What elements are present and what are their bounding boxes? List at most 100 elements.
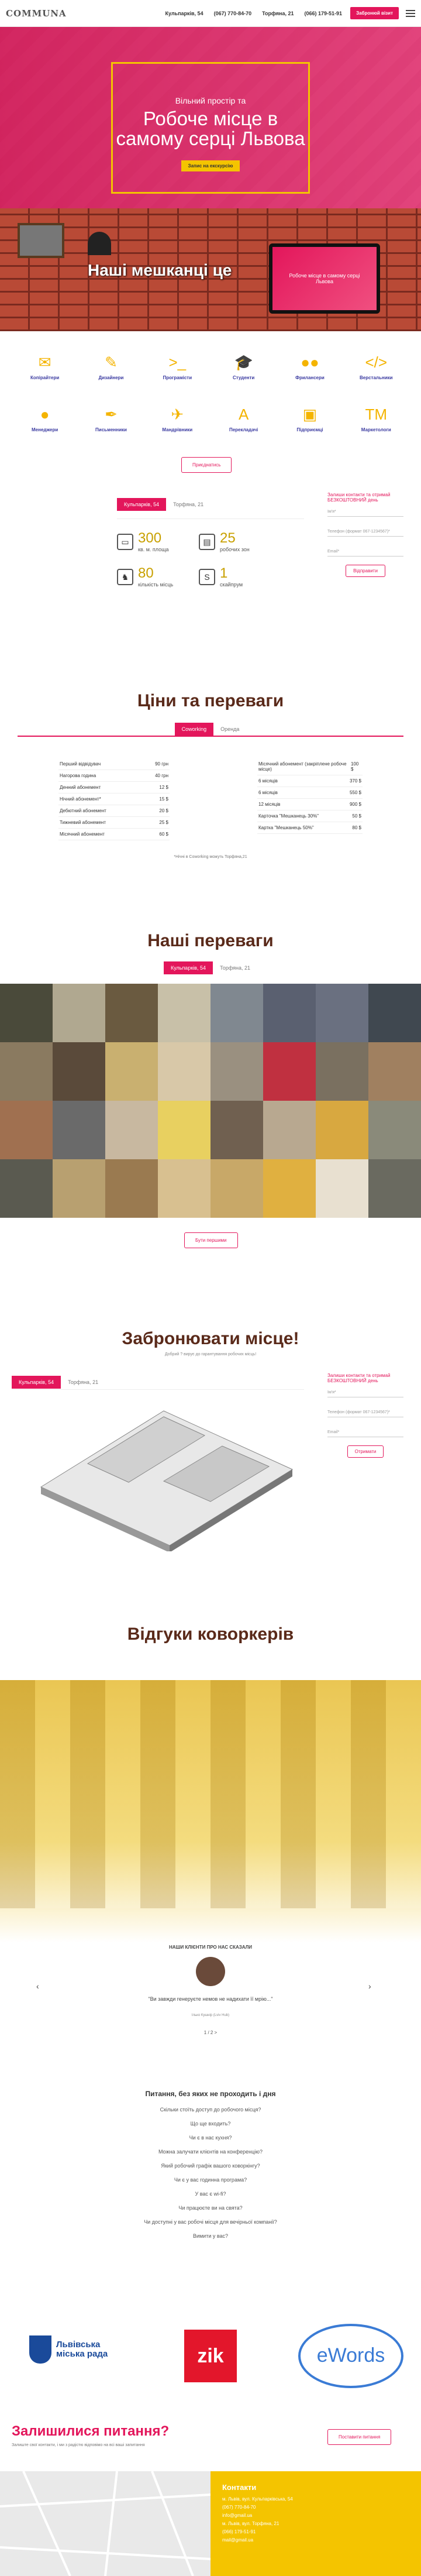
partner-zik[interactable]: zik <box>184 2330 237 2382</box>
photo[interactable] <box>316 1042 368 1101</box>
booking-form: Залиши контакти та отримай БЕЗКОШТОВНИЙ … <box>327 1373 403 1458</box>
photo[interactable] <box>368 1159 421 1218</box>
partner-lviv-name: Львівська міська рада <box>56 2340 108 2359</box>
get-button[interactable]: Отримати <box>347 1445 384 1458</box>
photo[interactable] <box>105 1159 158 1218</box>
photo[interactable] <box>263 1159 316 1218</box>
photo[interactable] <box>263 984 316 1042</box>
faq-item[interactable]: Скільки стоїть доступ до робочого місця? <box>0 2103 421 2117</box>
contact-line[interactable]: mail@gmail.ua <box>222 2536 409 2544</box>
faq-item[interactable]: Що ще входить? <box>0 2117 421 2131</box>
photo[interactable] <box>368 984 421 1042</box>
photo[interactable] <box>158 1042 210 1101</box>
laptop-image: Робоче місце в самому серці Львова <box>269 243 380 314</box>
photo[interactable] <box>368 1101 421 1159</box>
photo[interactable] <box>158 1159 210 1218</box>
nav-phone-2[interactable]: (066) 179-51-91 <box>305 11 343 16</box>
location-tabs: Кульпарків, 54 Торфяна, 21 <box>117 498 210 511</box>
tour-button[interactable]: Запис на екскурсію <box>181 160 240 171</box>
tab-torfyana[interactable]: Торфяна, 21 <box>61 1376 105 1389</box>
contact-line[interactable]: (067) 770-84-70 <box>222 2503 409 2512</box>
photo[interactable] <box>105 1101 158 1159</box>
photo[interactable] <box>210 1101 263 1159</box>
faq-section: Питання, без яких не проходить і дня Скі… <box>0 2084 421 2318</box>
send-button[interactable]: Відправити <box>346 565 385 577</box>
photo[interactable] <box>158 984 210 1042</box>
type-label: Копірайтери <box>30 375 60 380</box>
next-arrow-icon[interactable]: › <box>368 1981 371 1991</box>
book-visit-button[interactable]: Забронюй візит <box>350 7 399 19</box>
tab-kulparkiv[interactable]: Кульпарків, 54 <box>117 498 167 511</box>
photo[interactable] <box>0 1101 53 1159</box>
nav-phone-1[interactable]: (067) 770-84-70 <box>214 11 252 16</box>
stat-number: 25 <box>220 530 236 546</box>
faq-item[interactable]: Чи доступні у вас робочі місця для вечір… <box>0 2215 421 2229</box>
review-pager[interactable]: 1 / 2 > <box>0 2030 421 2035</box>
photo[interactable] <box>0 1159 53 1218</box>
price-row: Дебютний абонемент 20 $ <box>58 805 170 817</box>
photo[interactable] <box>316 1159 368 1218</box>
type-coders: </> Верстальники <box>353 352 399 380</box>
photo[interactable] <box>368 1042 421 1101</box>
photo[interactable] <box>263 1042 316 1101</box>
name-field[interactable]: Ім'я* <box>327 503 403 517</box>
photo[interactable] <box>0 984 53 1042</box>
photo[interactable] <box>210 1042 263 1101</box>
tab-rent[interactable]: Оренда <box>213 723 246 736</box>
tab-kulparkiv[interactable]: Кульпарків, 54 <box>12 1376 61 1389</box>
photo[interactable] <box>53 1101 105 1159</box>
faq-item[interactable]: Чи є в нас кухня? <box>0 2131 421 2145</box>
price-row: Нагорова година 40 грн <box>58 770 170 782</box>
nav-address-1[interactable]: Кульпарків, 54 <box>165 11 203 16</box>
photo[interactable] <box>210 1159 263 1218</box>
faq-item[interactable]: У вас є wi-fi? <box>0 2187 421 2201</box>
tab-coworking[interactable]: Coworking <box>174 723 214 736</box>
partner-lviv[interactable]: Львівська міська рада <box>29 2335 109 2364</box>
contact-line[interactable]: (066) 179-51-91 <box>222 2528 409 2536</box>
type-copywriters: ✉ Копірайтери <box>22 352 68 380</box>
photo[interactable] <box>53 1042 105 1101</box>
phone-field[interactable]: Телефон (формат 067-1234567)* <box>327 1403 403 1417</box>
wall-picture <box>18 223 64 258</box>
person-icon: ● <box>40 406 50 423</box>
advantages-tabs: Кульпарків, 54 Торфяна, 21 <box>0 961 421 974</box>
menu-icon[interactable] <box>406 8 415 19</box>
faq-item[interactable]: Чи працюєте ви на свята? <box>0 2201 421 2215</box>
nav-address-2[interactable]: Торфяна, 21 <box>262 11 294 16</box>
name-field[interactable]: Ім'я* <box>327 1383 403 1397</box>
tab-kulparkiv[interactable]: Кульпарків, 54 <box>163 961 213 974</box>
photo[interactable] <box>105 1042 158 1101</box>
partner-ewords[interactable]: eWords <box>298 2324 403 2388</box>
ask-question-button[interactable]: Поставити питання <box>327 2429 392 2445</box>
photo[interactable] <box>53 984 105 1042</box>
contact-line[interactable]: info@gmail.ua <box>222 2512 409 2520</box>
prev-arrow-icon[interactable]: ‹ <box>36 1981 39 1991</box>
contact-line: м. Львів, вул. Кульпарківська, 54 <box>222 2496 293 2502</box>
photo[interactable] <box>263 1101 316 1159</box>
photo[interactable] <box>316 984 368 1042</box>
faq-item[interactable]: Вимити у вас? <box>0 2229 421 2243</box>
map[interactable] <box>0 2471 211 2576</box>
photo[interactable] <box>158 1101 210 1159</box>
email-field[interactable]: Email* <box>327 542 403 557</box>
tab-torfyana[interactable]: Торфяна, 21 <box>166 498 210 511</box>
be-first-button[interactable]: Бути першими <box>184 1232 238 1248</box>
tab-torfyana[interactable]: Торфяна, 21 <box>213 961 257 974</box>
photo[interactable] <box>316 1101 368 1159</box>
faq-item[interactable]: Який робочий графік вашого коворкінгу? <box>0 2159 421 2173</box>
photo[interactable] <box>53 1159 105 1218</box>
logo[interactable]: COMMUNA <box>6 8 67 19</box>
join-button[interactable]: Приєднатись <box>181 457 232 473</box>
type-translators: A Перекладачі <box>220 404 267 432</box>
photo[interactable] <box>210 984 263 1042</box>
photo[interactable] <box>105 984 158 1042</box>
phone-field[interactable]: Телефон (формат 067-1234567)* <box>327 523 403 537</box>
email-field[interactable]: Email* <box>327 1423 403 1437</box>
photo[interactable] <box>0 1042 53 1101</box>
prices-section: Ціни та переваги Coworking Оренда Перший… <box>0 691 421 931</box>
type-label: Дизайнери <box>98 375 124 380</box>
faq-item[interactable]: Чи є у вас годинна програма? <box>0 2173 421 2187</box>
faq-item[interactable]: Можна залучати клієнтів на конференцію? <box>0 2145 421 2159</box>
form-title: Залиши контакти та отримай БЕЗКОШТОВНИЙ … <box>327 492 391 503</box>
floor-plan[interactable] <box>18 1399 298 1551</box>
